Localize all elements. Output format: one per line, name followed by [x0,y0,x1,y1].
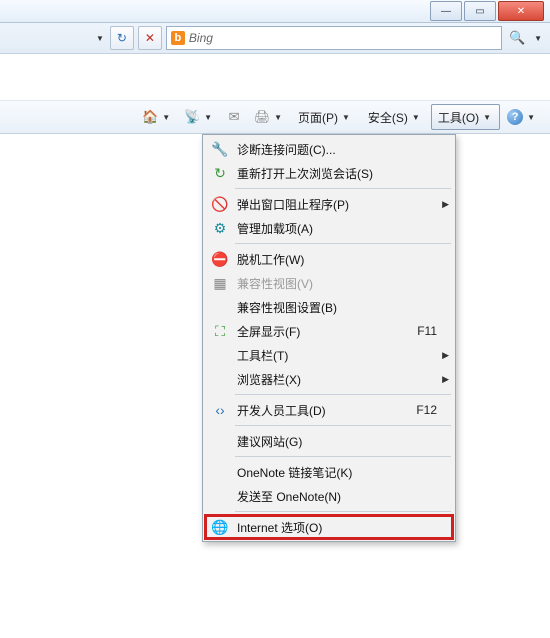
menu-item-hotkey: F11 [397,324,437,338]
menu-item-label: Internet 选项(O) [237,519,397,536]
bing-icon: b [171,31,185,45]
menu-item-label: 诊断连接问题(C)... [237,141,397,158]
minimize-button[interactable]: — [430,1,462,21]
menu-item-icon [209,296,231,318]
help-icon: ? [507,109,523,125]
safety-menu-button[interactable]: 安全(S) ▼ [361,104,429,130]
menu-separator [235,188,451,189]
menu-separator [235,394,451,395]
search-button[interactable]: 🔍 [506,30,528,46]
menu-item[interactable]: ⛶ 全屏显示(F)F11 [205,319,453,343]
tools-menu-label: 工具(O) [438,109,479,126]
menu-item-label: 管理加载项(A) [237,220,397,237]
menu-item-icon: ‹› [209,399,231,421]
menu-item-icon: ▦ [209,272,231,294]
menu-item-icon [209,430,231,452]
command-bar: 🏠 ▼ 📡 ▼ ✉ 🖨 ▼ 页面(P) ▼ 安全(S) ▼ 工具(O) ▼ ? … [0,101,550,134]
chevron-down-icon[interactable]: ▼ [202,113,214,122]
feeds-icon: 📡 [184,109,200,125]
search-icon: 🔍 [509,30,525,45]
menu-item-icon: 🚫 [209,193,231,215]
help-button[interactable]: ? ▼ [502,104,542,130]
chevron-down-icon[interactable]: ▼ [272,113,284,122]
menu-item-label: 弹出窗口阻止程序(P) [237,196,397,213]
menu-item-icon [209,485,231,507]
menu-item-hotkey: F12 [397,403,437,417]
print-icon: 🖨 [254,109,270,125]
chevron-down-icon: ▼ [340,113,352,122]
menu-item[interactable]: ⛔ 脱机工作(W) [205,247,453,271]
stop-button[interactable]: ✕ [138,26,162,50]
menu-item-icon: 🌐 [209,516,231,538]
menu-item[interactable]: ‹› 开发人员工具(D)F12 [205,398,453,422]
maximize-button[interactable]: ▭ [464,1,496,21]
menu-separator [235,456,451,457]
chevron-down-icon: ▼ [481,113,493,122]
menu-item-label: 兼容性视图(V) [237,275,397,292]
menu-item[interactable]: 兼容性视图设置(B) [205,295,453,319]
chevron-down-icon[interactable]: ▼ [160,113,172,122]
stop-icon: ✕ [145,31,155,45]
address-dropdown-icon[interactable]: ▼ [94,34,106,43]
menu-item-icon: ⛶ [209,320,231,342]
search-placeholder: Bing [189,31,213,45]
menu-item-label: 建议网站(G) [237,433,397,450]
menu-item-icon: 🔧 [209,138,231,160]
menu-item-icon: ⛔ [209,248,231,270]
chevron-down-icon: ▼ [410,113,422,122]
menu-item[interactable]: 🌐 Internet 选项(O) [205,515,453,539]
refresh-button[interactable]: ↻ [110,26,134,50]
home-icon: 🏠 [142,109,158,125]
submenu-arrow-icon: ▶ [437,199,449,210]
tools-dropdown-menu: 🔧 诊断连接问题(C)... ↻ 重新打开上次浏览会话(S) 🚫 弹出窗口阻止程序(P) ▶… [202,134,456,542]
close-button[interactable]: ✕ [498,1,544,21]
menu-item-label: 浏览器栏(X) [237,371,397,388]
chevron-down-icon[interactable]: ▼ [525,113,537,122]
address-bar-row: ▼ ↻ ✕ b Bing 🔍 ▼ [0,23,550,54]
menu-item-icon [209,368,231,390]
menu-item-label: 全屏显示(F) [237,323,397,340]
print-button[interactable]: 🖨 ▼ [249,104,289,130]
menu-item-label: 重新打开上次浏览会话(S) [237,165,397,182]
menu-item[interactable]: 🔧 诊断连接问题(C)... [205,137,453,161]
menu-item[interactable]: 工具栏(T) ▶ [205,343,453,367]
menu-item-label: OneNote 链接笔记(K) [237,464,397,481]
submenu-arrow-icon: ▶ [437,350,449,361]
tabs-area [0,54,550,101]
menu-item[interactable]: ⚙ 管理加载项(A) [205,216,453,240]
window-buttons: — ▭ ✕ [430,1,544,21]
menu-item-icon [209,344,231,366]
menu-item-icon [209,461,231,483]
menu-item[interactable]: ↻ 重新打开上次浏览会话(S) [205,161,453,185]
menu-item-label: 发送至 OneNote(N) [237,488,397,505]
refresh-icon: ↻ [117,31,127,45]
submenu-arrow-icon: ▶ [437,374,449,385]
feeds-button[interactable]: 📡 ▼ [179,104,219,130]
search-dropdown-icon[interactable]: ▼ [532,34,544,43]
menu-item-icon: ⚙ [209,217,231,239]
read-mail-button[interactable]: ✉ [221,104,247,130]
menu-item-icon: ↻ [209,162,231,184]
menu-item-label: 兼容性视图设置(B) [237,299,397,316]
mail-icon: ✉ [226,109,242,125]
menu-item[interactable]: 🚫 弹出窗口阻止程序(P) ▶ [205,192,453,216]
menu-item[interactable]: OneNote 链接笔记(K) [205,460,453,484]
menu-item: ▦ 兼容性视图(V) [205,271,453,295]
menu-item[interactable]: 浏览器栏(X) ▶ [205,367,453,391]
menu-item[interactable]: 建议网站(G) [205,429,453,453]
safety-menu-label: 安全(S) [368,109,408,126]
menu-separator [235,243,451,244]
menu-item-label: 脱机工作(W) [237,251,397,268]
window-titlebar: — ▭ ✕ [0,0,550,23]
menu-item-label: 开发人员工具(D) [237,402,397,419]
page-menu-button[interactable]: 页面(P) ▼ [291,104,359,130]
menu-item[interactable]: 发送至 OneNote(N) [205,484,453,508]
home-button[interactable]: 🏠 ▼ [137,104,177,130]
menu-separator [235,511,451,512]
menu-separator [235,425,451,426]
page-menu-label: 页面(P) [298,109,338,126]
tools-menu-button[interactable]: 工具(O) ▼ [431,104,500,130]
menu-item-label: 工具栏(T) [237,347,397,364]
search-box[interactable]: b Bing [166,26,502,50]
